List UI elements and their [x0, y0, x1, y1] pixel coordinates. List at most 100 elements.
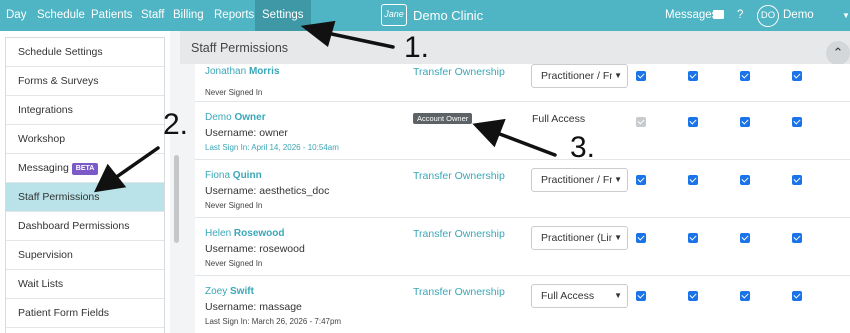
staff-name[interactable]: Helen Rosewood	[205, 228, 284, 239]
sidebar-item-staff-permissions[interactable]: Staff Permissions	[6, 183, 164, 212]
sidebar-item-supervision[interactable]: Supervision	[6, 241, 164, 270]
top-nav-bar: Day Schedule Patients Staff Billing Repo…	[0, 0, 850, 52]
staff-username: Username: massage	[205, 301, 302, 313]
sign-in-status: Never Signed In	[205, 88, 263, 97]
annotation-step-2: 2.	[163, 108, 189, 141]
page-title: Staff Permissions	[191, 41, 289, 55]
sidebar-scrollbar[interactable]	[174, 155, 179, 243]
sidebar-item-messaging[interactable]: Messaging BETA	[6, 154, 164, 183]
annotation-step-3: 3.	[570, 131, 596, 164]
permission-checkbox[interactable]	[688, 175, 698, 185]
main-content: Staff Permissions ⌃ Jonathan Morris Neve…	[180, 31, 850, 333]
staff-name[interactable]: Zoey Swift	[205, 286, 254, 297]
nav-reports[interactable]: Reports	[214, 0, 254, 31]
staff-username: Username: aesthetics_doc	[205, 185, 330, 197]
access-level-select[interactable]: Full Access ▼	[531, 284, 628, 308]
permission-checkbox[interactable]	[740, 71, 750, 81]
table-row: Helen Rosewood Username: rosewood Never …	[195, 218, 850, 276]
permission-checkbox[interactable]	[636, 291, 646, 301]
last-sign-in: Last Sign In: March 26, 2026 - 7:47pm	[205, 317, 342, 326]
staff-username: Username: rosewood	[205, 243, 305, 255]
messages-link[interactable]: Messages	[665, 0, 717, 31]
sidebar-item-patient-form-fields[interactable]: Patient Form Fields	[6, 299, 164, 328]
last-sign-in: Last Sign In: April 14, 2026 - 10:54am	[205, 143, 339, 152]
sidebar-item-label: Wait Lists	[18, 278, 64, 290]
permission-checkbox[interactable]	[792, 175, 802, 185]
clinic-logo: Jane	[381, 4, 407, 26]
sidebar-item-label: Dashboard Permissions	[18, 220, 130, 232]
table-row: Zoey Swift Username: massage Last Sign I…	[195, 276, 850, 333]
nav-staff[interactable]: Staff	[141, 0, 164, 31]
access-level-text: Full Access	[532, 113, 586, 125]
staff-permissions-table: Jonathan Morris Never Signed In Transfer…	[195, 64, 850, 333]
section-header: Staff Permissions ⌃	[180, 31, 850, 65]
nav-schedule[interactable]: Schedule	[37, 0, 85, 31]
sidebar-menu: Schedule Settings Forms & Surveys Integr…	[5, 37, 165, 333]
permission-checkbox[interactable]	[740, 291, 750, 301]
help-button[interactable]: ?	[737, 0, 743, 31]
permission-checkbox[interactable]	[792, 117, 802, 127]
avatar[interactable]: DO	[757, 5, 779, 27]
sidebar-item-schedule-settings[interactable]: Schedule Settings	[6, 38, 164, 67]
sidebar-item-forms-surveys[interactable]: Forms & Surveys	[6, 67, 164, 96]
message-icon[interactable]	[713, 10, 724, 19]
collapse-button[interactable]: ⌃	[826, 41, 850, 65]
double-chevron-up-icon: ⌃	[832, 45, 844, 60]
access-level-select[interactable]: Practitioner (Lin ▼	[531, 226, 628, 250]
nav-billing[interactable]: Billing	[173, 0, 204, 31]
staff-name[interactable]: Fiona Quinn	[205, 170, 262, 181]
staff-name[interactable]: Demo Owner	[205, 112, 266, 123]
table-row: Fiona Quinn Username: aesthetics_doc Nev…	[195, 160, 850, 218]
permission-checkbox[interactable]	[688, 117, 698, 127]
sidebar-item-label: Supervision	[18, 249, 73, 261]
permission-checkbox[interactable]	[688, 71, 698, 81]
permission-checkbox[interactable]	[792, 233, 802, 243]
permission-checkbox[interactable]	[688, 291, 698, 301]
permission-checkbox[interactable]	[740, 175, 750, 185]
sidebar-item-label: Forms & Surveys	[18, 75, 99, 87]
sign-in-status: Never Signed In	[205, 259, 263, 268]
permission-checkbox	[636, 117, 646, 127]
access-level-select[interactable]: Practitioner / Fr ▼	[531, 168, 628, 192]
sidebar-item-label: Patient Form Fields	[18, 307, 110, 319]
nav-settings[interactable]: Settings	[255, 0, 311, 31]
permission-checkbox[interactable]	[636, 233, 646, 243]
staff-name[interactable]: Jonathan Morris	[205, 66, 280, 77]
sidebar-item-label: Integrations	[18, 104, 73, 116]
beta-badge: BETA	[71, 163, 99, 175]
transfer-ownership-link[interactable]: Transfer Ownership	[413, 286, 505, 298]
nav-patients[interactable]: Patients	[91, 0, 133, 31]
chevron-down-icon[interactable]: ▼	[842, 0, 850, 31]
clinic-name: Demo Clinic	[413, 8, 484, 23]
sidebar-item-integrations[interactable]: Integrations	[6, 96, 164, 125]
permission-checkbox[interactable]	[740, 233, 750, 243]
permission-checkbox[interactable]	[740, 117, 750, 127]
nav-day[interactable]: Day	[6, 0, 26, 31]
permission-checkbox[interactable]	[636, 71, 646, 81]
transfer-ownership-link[interactable]: Transfer Ownership	[413, 170, 505, 182]
table-row: Jonathan Morris Never Signed In Transfer…	[195, 64, 850, 102]
chevron-down-icon: ▼	[612, 227, 622, 249]
staff-username: Username: owner	[205, 127, 288, 139]
chevron-down-icon: ▼	[612, 285, 622, 307]
table-row: Demo Owner Username: owner Last Sign In:…	[195, 102, 850, 160]
transfer-ownership-link[interactable]: Transfer Ownership	[413, 228, 505, 240]
sidebar-item-wait-lists[interactable]: Wait Lists	[6, 270, 164, 299]
chevron-down-icon: ▼	[612, 65, 622, 87]
permission-checkbox[interactable]	[792, 291, 802, 301]
sidebar-item-label: Messaging	[18, 162, 69, 174]
sidebar-item-label: Schedule Settings	[18, 46, 103, 58]
permission-checkbox[interactable]	[792, 71, 802, 81]
settings-sidebar: Schedule Settings Forms & Surveys Integr…	[0, 31, 170, 333]
sidebar-item-label: Workshop	[18, 133, 66, 145]
sidebar-item-dashboard-permissions[interactable]: Dashboard Permissions	[6, 212, 164, 241]
sign-in-status: Never Signed In	[205, 201, 263, 210]
sidebar-item-label: Staff Permissions	[18, 191, 100, 203]
sidebar-item-workshop[interactable]: Workshop	[6, 125, 164, 154]
access-level-select[interactable]: Practitioner / Fr ▼	[531, 64, 628, 88]
transfer-ownership-link[interactable]: Transfer Ownership	[413, 66, 505, 78]
annotation-step-1: 1.	[404, 31, 430, 64]
account-owner-badge: Account Owner	[413, 113, 473, 124]
permission-checkbox[interactable]	[688, 233, 698, 243]
permission-checkbox[interactable]	[636, 175, 646, 185]
